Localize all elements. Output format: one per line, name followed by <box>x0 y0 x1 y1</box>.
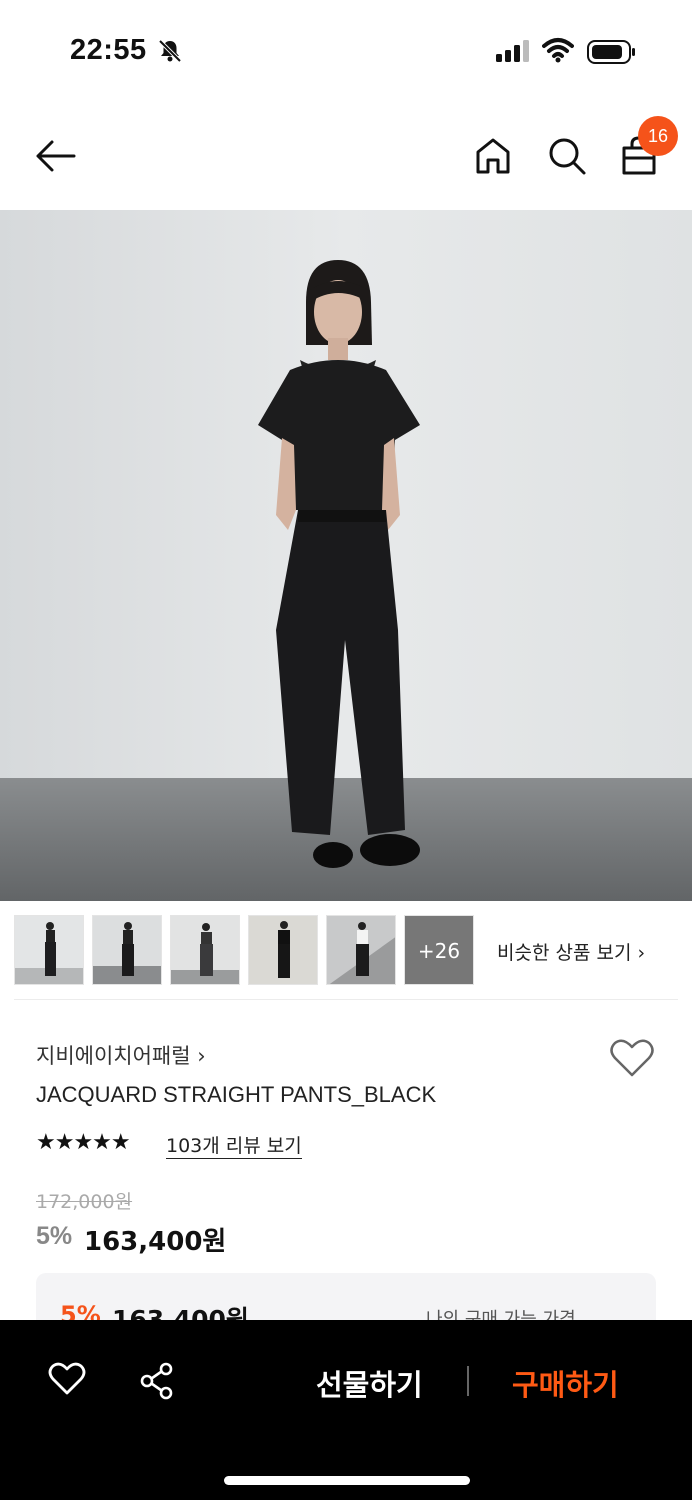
model-photo <box>0 210 692 901</box>
thumbnail-2[interactable] <box>92 915 162 985</box>
product-main-image[interactable] <box>0 210 692 901</box>
product-name: JACQUARD STRAIGHT PANTS_BLACK <box>36 1082 437 1107</box>
original-price: 172,000원 <box>36 1191 133 1213</box>
bottom-action-bar: 선물하기 구매하기 <box>0 1320 692 1500</box>
top-navigation: 16 <box>0 100 692 210</box>
bell-muted-icon <box>158 39 182 63</box>
discount-rate: 5% <box>36 1222 73 1250</box>
buy-button[interactable]: 구매하기 <box>512 1362 619 1404</box>
button-separator <box>467 1366 469 1396</box>
brand-link[interactable]: 지비에이치어패럴 › <box>36 1040 206 1070</box>
thumbnail-more[interactable]: +26 <box>404 915 474 985</box>
heart-icon[interactable] <box>610 1038 654 1078</box>
status-time: 22:55 <box>70 34 147 66</box>
thumbnail-5[interactable] <box>326 915 396 985</box>
thumbnail-3[interactable] <box>170 915 240 985</box>
cellular-signal-icon <box>496 40 529 62</box>
share-icon[interactable] <box>138 1362 176 1400</box>
wishlist-heart-icon[interactable] <box>48 1362 86 1396</box>
thumbnail-4[interactable] <box>248 915 318 985</box>
gift-button[interactable]: 선물하기 <box>316 1362 423 1404</box>
home-indicator <box>224 1476 470 1485</box>
cart-count-badge: 16 <box>638 116 678 156</box>
thumbnail-1[interactable] <box>14 915 84 985</box>
search-icon[interactable] <box>547 136 587 176</box>
reviews-link[interactable]: 103개 리뷰 보기 <box>166 1131 302 1159</box>
battery-icon <box>587 40 635 64</box>
home-icon[interactable] <box>474 136 512 176</box>
wifi-icon <box>542 38 574 63</box>
similar-products-link[interactable]: 비슷한 상품 보기 › <box>497 938 645 965</box>
sale-price: 163,400원 <box>84 1227 227 1257</box>
divider <box>14 999 678 1000</box>
status-bar: 22:55 <box>0 0 692 100</box>
back-arrow-icon[interactable] <box>34 136 78 176</box>
rating-stars: ★★★★★ <box>36 1130 131 1155</box>
